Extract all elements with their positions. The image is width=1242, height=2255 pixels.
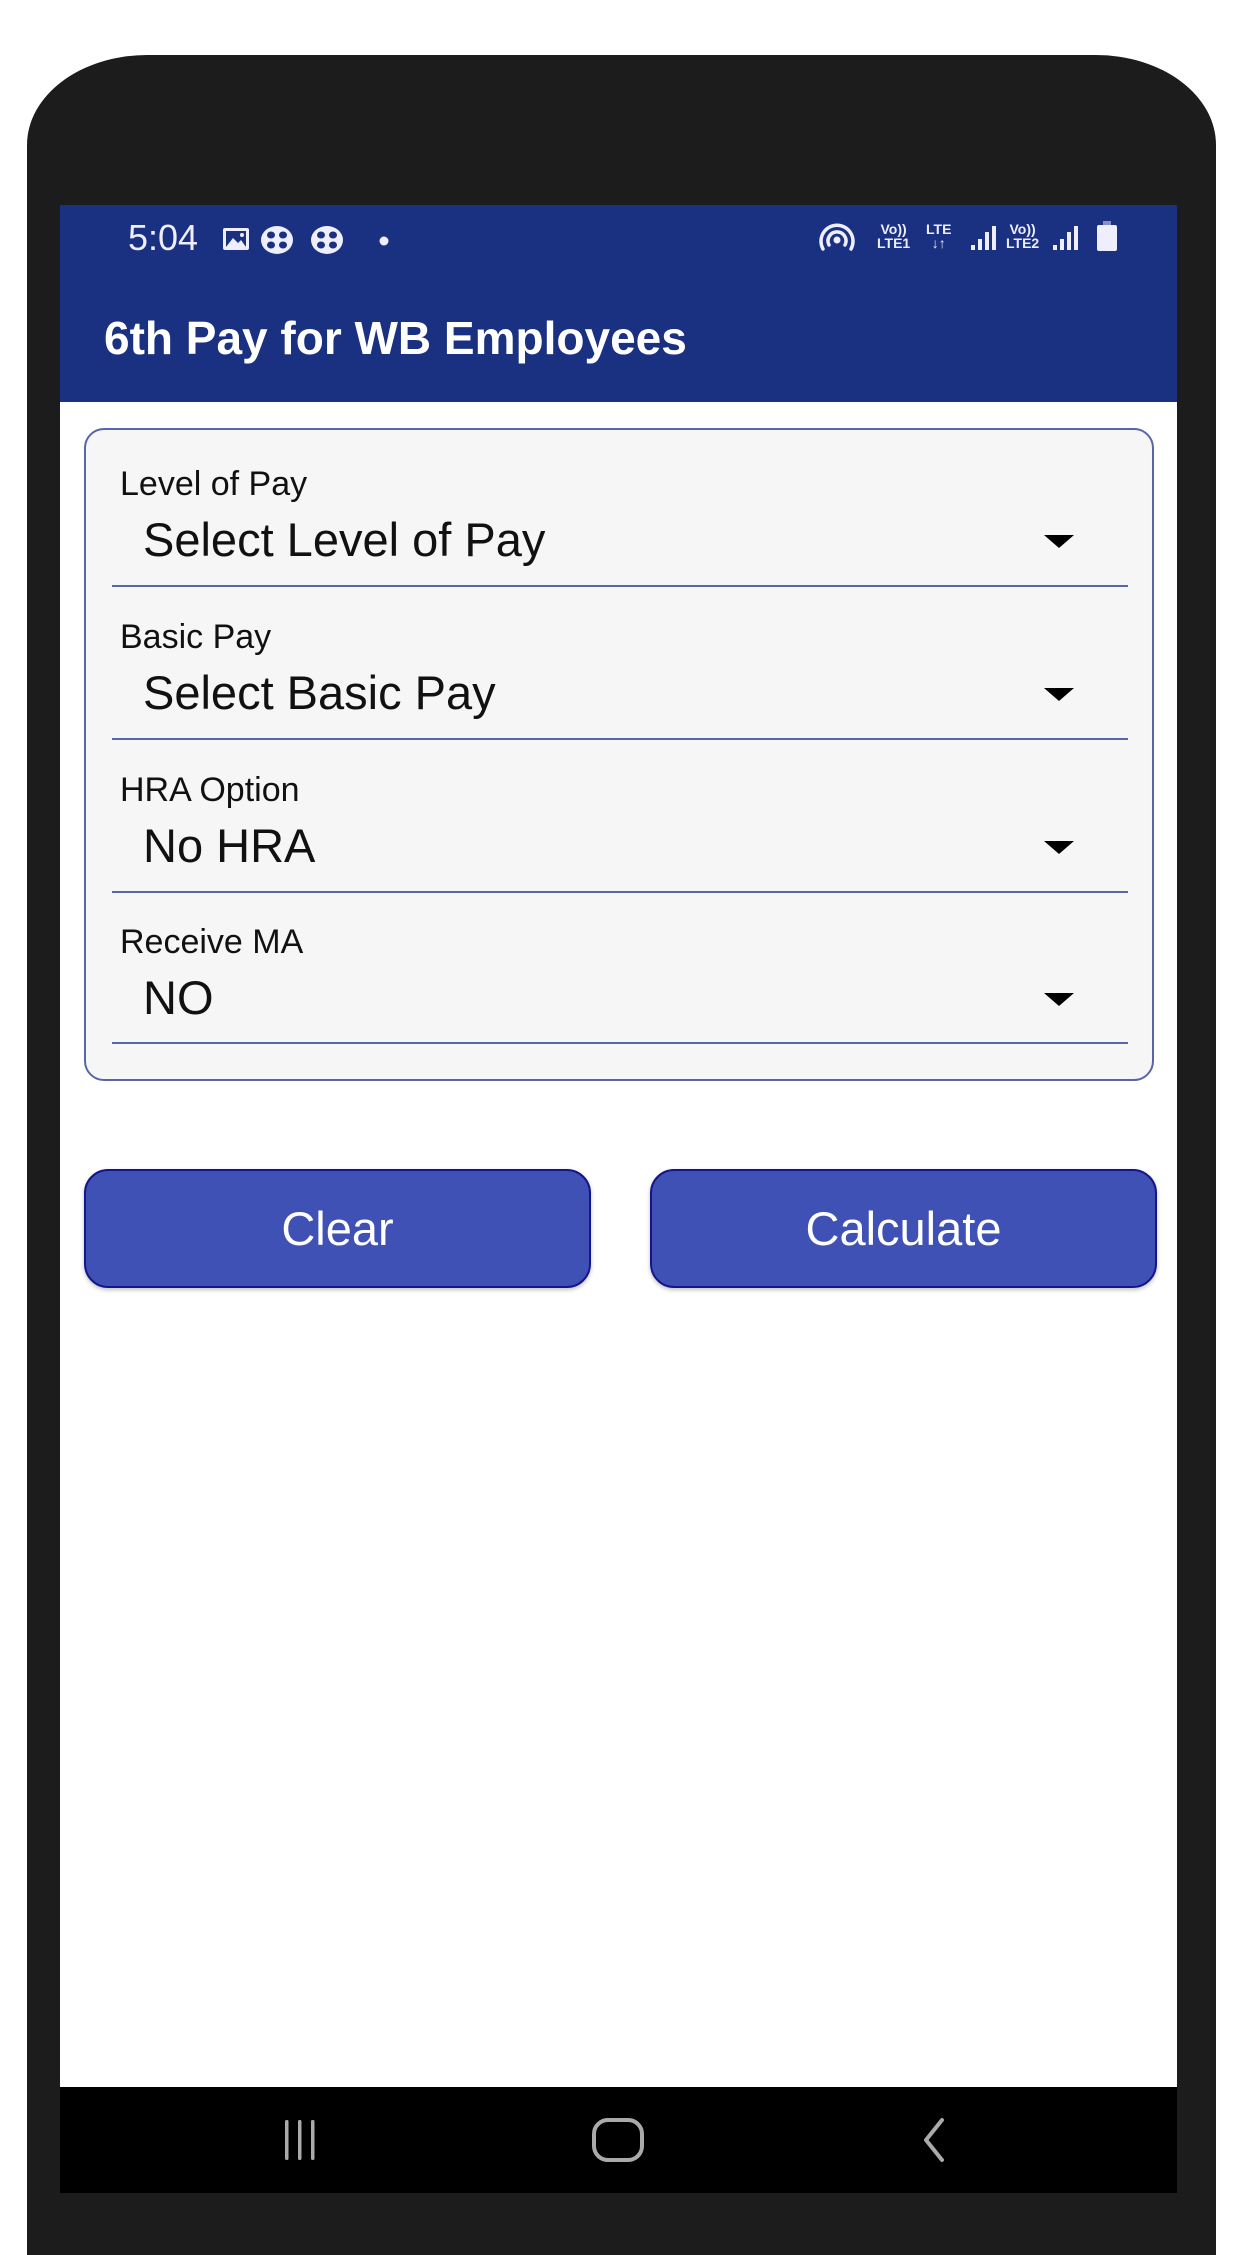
home-icon[interactable] xyxy=(590,2117,646,2163)
app-bar: 6th Pay for WB Employees xyxy=(60,265,1177,402)
field-value: NO xyxy=(143,971,214,1024)
battery-icon xyxy=(1097,221,1117,251)
gallery-icon xyxy=(223,228,249,250)
clear-button[interactable]: Clear xyxy=(84,1169,591,1288)
field-value: Select Basic Pay xyxy=(143,666,496,719)
phone-screen: 5:04 Vo)) LTE1 LTE ↓↑ Vo)) LTE2 6th Pay … xyxy=(60,205,1177,2193)
field-value: No HRA xyxy=(143,819,316,872)
basic-pay-dropdown[interactable]: Basic Pay Select Basic Pay xyxy=(86,583,1152,740)
field-label: Level of Pay xyxy=(120,465,308,503)
level-of-pay-dropdown[interactable]: Level of Pay Select Level of Pay xyxy=(86,430,1152,587)
app-notification-icon xyxy=(261,226,293,254)
app-title: 6th Pay for WB Employees xyxy=(104,312,687,364)
status-bar: 5:04 Vo)) LTE1 LTE ↓↑ Vo)) LTE2 xyxy=(60,205,1177,265)
receive-ma-dropdown[interactable]: Receive MA NO xyxy=(86,889,1152,1044)
dropdown-arrow-icon xyxy=(1044,841,1074,854)
dropdown-arrow-icon xyxy=(1044,688,1074,701)
more-notifications-dot-icon xyxy=(379,236,389,246)
field-label: HRA Option xyxy=(120,771,300,809)
status-time: 5:04 xyxy=(128,217,199,258)
dropdown-arrow-icon xyxy=(1044,993,1074,1006)
lte-data-icon: LTE ↓↑ xyxy=(926,221,952,251)
pay-form-card: Level of Pay Select Level of Pay Basic P… xyxy=(84,428,1154,1081)
back-icon[interactable] xyxy=(918,2117,950,2163)
system-nav-bar xyxy=(60,2087,1177,2193)
signal-sim1-icon xyxy=(971,226,996,250)
field-label: Basic Pay xyxy=(120,618,272,656)
recent-apps-icon[interactable] xyxy=(278,2117,322,2163)
volte-lte2-icon: Vo)) LTE2 xyxy=(1006,221,1040,251)
field-label: Receive MA xyxy=(120,923,304,961)
field-underline xyxy=(112,1042,1128,1044)
signal-sim2-icon xyxy=(1053,226,1078,250)
hotspot-icon xyxy=(819,223,855,251)
app-notification-icon xyxy=(311,226,343,254)
calculate-button[interactable]: Calculate xyxy=(650,1169,1157,1288)
dropdown-arrow-icon xyxy=(1044,535,1074,548)
field-value: Select Level of Pay xyxy=(143,513,546,566)
volte-lte1-icon: Vo)) LTE1 xyxy=(877,221,911,251)
hra-option-dropdown[interactable]: HRA Option No HRA xyxy=(86,736,1152,893)
